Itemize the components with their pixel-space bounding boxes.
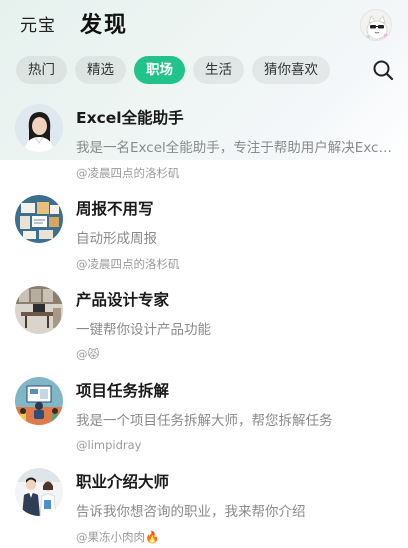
agent-thumbnail [15,286,63,334]
agent-description: 自动形成周报 [76,231,157,247]
agent-title: 职业介绍大师 [76,473,170,491]
list-item[interactable]: 产品设计专家 一键帮你设计产品功能 @😾 [0,282,408,373]
agent-title: 项目任务拆解 [76,382,170,400]
agent-thumbnail [15,468,63,516]
agent-author[interactable]: @果冻小肉肉🔥 [76,529,159,545]
report-board-image [15,195,63,243]
agent-description: 我是一个项目任务拆解大师，帮您拆解任务 [76,413,333,429]
search-button[interactable] [371,58,395,82]
agent-list: Excel全能助手 我是一名Excel全能助手，专注于帮助用户解决Excel相关… [0,100,408,548]
user-avatar[interactable] [360,9,392,41]
agent-description: 我是一名Excel全能助手，专注于帮助用户解决Excel相关问题 [76,140,392,156]
agent-author[interactable]: @limpidray [76,438,141,452]
discover-page: 元宝 发现 热门 精选 职场 生活 猜你喜欢 Excel全能助手 我是一名Exc… [0,0,408,548]
agent-description: 告诉我你想咨询的职业，我来帮你介绍 [76,504,306,520]
agent-title: Excel全能助手 [76,109,184,127]
page-title: 发现 [80,13,129,38]
list-item[interactable]: 项目任务拆解 我是一个项目任务拆解大师，帮您拆解任务 @limpidray [0,373,408,464]
agent-description: 一键帮你设计产品功能 [76,322,211,338]
top-bar: 元宝 发现 [0,0,408,52]
brand-logo-text[interactable]: 元宝 [20,11,56,36]
agent-author[interactable]: @凌晨四点的洛杉矶 [76,256,180,272]
agent-thumbnail [15,104,63,152]
tab-workplace[interactable]: 职场 [134,56,185,84]
agent-author[interactable]: @凌晨四点的洛杉矶 [76,165,180,181]
meeting-screen-image [15,377,63,425]
agent-thumbnail [15,377,63,425]
category-tabs: 热门 精选 职场 生活 猜你喜欢 [16,56,338,84]
agent-title: 周报不用写 [76,200,154,218]
avatar-cat-icon [361,10,391,40]
agent-author[interactable]: @😾 [76,347,100,361]
two-professionals-image [15,468,63,516]
tab-hot[interactable]: 热门 [16,56,67,84]
tab-featured[interactable]: 精选 [75,56,126,84]
design-office-image [15,286,63,334]
search-icon [373,60,394,81]
agent-thumbnail [15,195,63,243]
list-item[interactable]: 周报不用写 自动形成周报 @凌晨四点的洛杉矶 [0,191,408,282]
agent-title: 产品设计专家 [76,291,170,309]
woman-portrait-image [15,104,63,152]
tab-life[interactable]: 生活 [193,56,244,84]
tab-guess-you-like[interactable]: 猜你喜欢 [252,56,330,84]
list-item[interactable]: Excel全能助手 我是一名Excel全能助手，专注于帮助用户解决Excel相关… [0,100,408,191]
list-item[interactable]: 职业介绍大师 告诉我你想咨询的职业，我来帮你介绍 @果冻小肉肉🔥 [0,464,408,548]
